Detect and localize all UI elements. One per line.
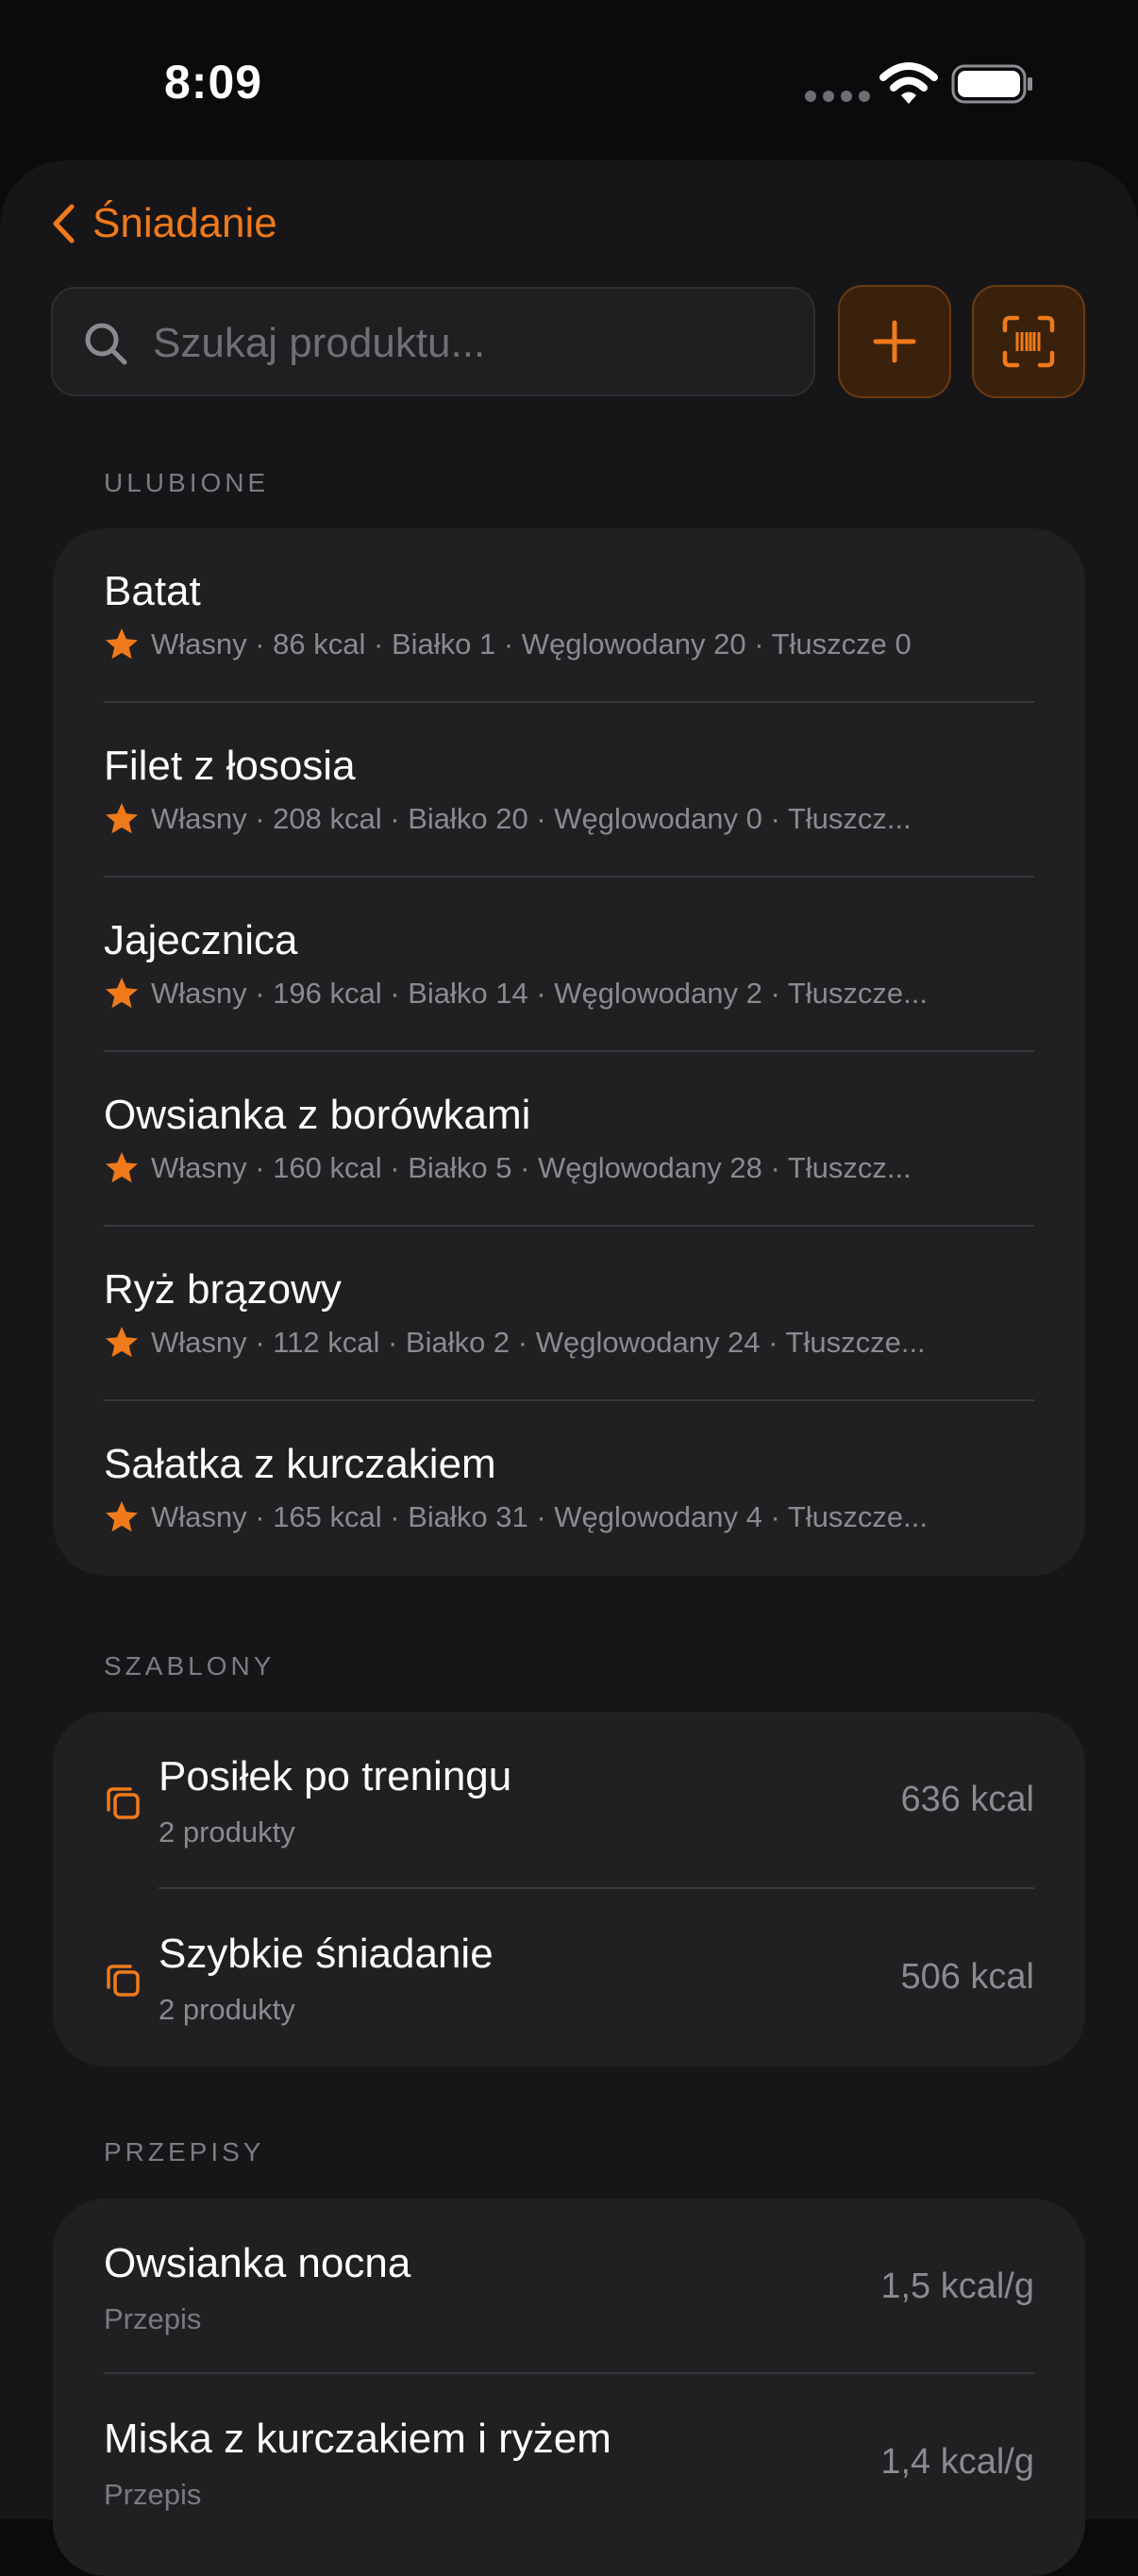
favorite-item[interactable]: Owsianka z borówkami Własny · 160 kcal · … [104, 1052, 1034, 1227]
favorite-meta: Własny · 160 kcal · Białko 5 · Węglowoda… [104, 1150, 1034, 1186]
template-name: Szybkie śniadanie [159, 1931, 494, 1977]
favorite-nutrition-detail: Własny · 165 kcal · Białko 31 · Węglowod… [151, 1500, 928, 1533]
favorites-card: Batat Własny · 86 kcal · Białko 1 · Węglo… [53, 528, 1085, 1576]
status-bar: 8:09 [0, 0, 1138, 160]
star-icon [106, 1327, 138, 1358]
star-icon [106, 978, 138, 1009]
favorites-section-header: ULUBIONE [104, 468, 270, 497]
recipe-name: Owsianka nocna [104, 2240, 411, 2286]
templates-section-header: SZABLONY [104, 1651, 276, 1681]
back-button[interactable]: Śniadanie [51, 200, 277, 247]
favorite-meta: Własny · 196 kcal · Białko 14 · Węglowod… [104, 976, 1034, 1012]
favorite-name: Filet z łososia [104, 743, 356, 789]
barcode-scan-button[interactable] [972, 285, 1085, 398]
plus-icon [873, 320, 916, 363]
favorite-meta: Własny · 165 kcal · Białko 31 · Węglowod… [104, 1499, 1034, 1535]
chevron-left-icon [53, 204, 75, 243]
favorite-meta: Własny · 86 kcal · Białko 1 · Węglowodan… [104, 627, 1034, 662]
copy-icon [107, 1965, 140, 1997]
template-kcal: 636 kcal [900, 1780, 1034, 1819]
copy-icon [107, 1787, 140, 1819]
templates-card: Posiłek po treningu 2 produkty 636 kcal Szy… [53, 1712, 1085, 2066]
recipes-card: Owsianka nocna Przepis 1,5 kcal/g Miska z k… [53, 2199, 1085, 2576]
status-time: 8:09 [164, 56, 263, 109]
favorite-item[interactable]: Filet z łososia Własny · 208 kcal · Białk… [104, 703, 1034, 878]
search-field[interactable] [51, 287, 815, 396]
template-kcal: 506 kcal [900, 1957, 1034, 1997]
favorite-meta: Własny · 112 kcal · Białko 2 · Węglowoda… [104, 1325, 1034, 1361]
add-product-button[interactable] [838, 285, 951, 398]
favorite-name: Sałatka z kurczakiem [104, 1441, 496, 1487]
favorite-nutrition-detail: Własny · 208 kcal · Białko 20 · Węglowod… [151, 802, 912, 835]
recipe-item[interactable]: Miska z kurczakiem i ryżem Przepis 1,4 kca… [53, 2374, 1085, 2550]
template-product-count: 2 produkty [159, 1815, 295, 1848]
recipe-item[interactable]: Owsianka nocna Przepis 1,5 kcal/g [53, 2199, 1085, 2374]
recipes-section-header: PRZEPISY [104, 2137, 265, 2166]
favorite-meta: Własny · 208 kcal · Białko 20 · Węglowod… [104, 801, 1034, 837]
star-icon [106, 1501, 138, 1532]
favorite-nutrition-detail: Własny · 86 kcal · Białko 1 · Węglowodan… [151, 627, 912, 661]
back-label: Śniadanie [92, 200, 277, 246]
favorite-item[interactable]: Batat Własny · 86 kcal · Białko 1 · Węglo… [104, 528, 1034, 703]
wifi-icon [879, 62, 938, 104]
barcode-scanner-icon [1002, 315, 1055, 368]
favorite-name: Ryż brązowy [104, 1266, 342, 1313]
favorite-name: Batat [104, 568, 201, 614]
cellular-signal-icon [805, 91, 870, 102]
favorite-name: Jajecznica [104, 917, 298, 963]
favorite-name: Owsianka z borówkami [104, 1092, 531, 1138]
template-item[interactable]: Szybkie śniadanie 2 produkty 506 kcal [53, 1889, 1085, 2066]
favorite-nutrition-detail: Własny · 160 kcal · Białko 5 · Węglowoda… [151, 1151, 912, 1184]
food-picker-sheet: Śniadanie ULUBIONE Batat Własny · 86 kcal… [0, 160, 1138, 2576]
favorite-item[interactable]: Sałatka z kurczakiem Własny · 165 kcal · … [104, 1401, 1034, 1576]
recipe-label: Przepis [104, 2302, 202, 2335]
star-icon [106, 803, 138, 834]
recipe-label: Przepis [104, 2478, 202, 2511]
favorite-item[interactable]: Ryż brązowy Własny · 112 kcal · Białko 2 … [104, 1227, 1034, 1401]
favorite-nutrition-detail: Własny · 112 kcal · Białko 2 · Węglowoda… [151, 1326, 926, 1359]
favorite-item[interactable]: Jajecznica Własny · 196 kcal · Białko 14 … [104, 878, 1034, 1052]
battery-icon [951, 64, 1032, 104]
template-item[interactable]: Posiłek po treningu 2 produkty 636 kcal [53, 1712, 1085, 1889]
recipe-energy-density: 1,5 kcal/g [880, 2267, 1034, 2306]
template-product-count: 2 produkty [159, 1993, 295, 2026]
recipe-energy-density: 1,4 kcal/g [880, 2442, 1034, 2482]
favorite-nutrition-detail: Własny · 196 kcal · Białko 14 · Węglowod… [151, 977, 928, 1010]
recipe-name: Miska z kurczakiem i ryżem [104, 2416, 611, 2462]
search-input[interactable] [151, 309, 796, 377]
star-icon [106, 628, 138, 660]
star-icon [106, 1152, 138, 1183]
search-row [51, 285, 1087, 402]
template-name: Posiłek po treningu [159, 1753, 512, 1799]
search-icon [85, 323, 127, 365]
